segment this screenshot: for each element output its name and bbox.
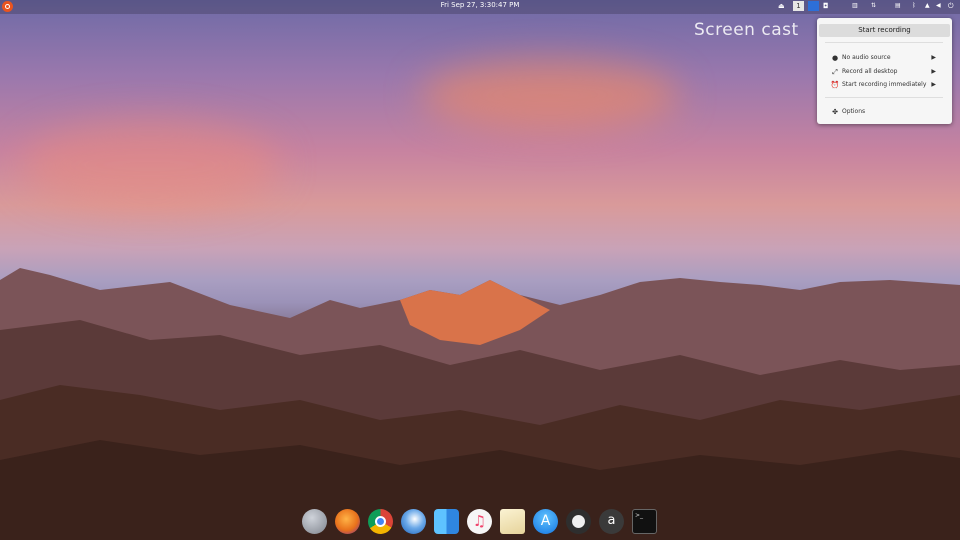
- alarm-clock-icon: ⏰: [830, 81, 840, 89]
- cpu-indicator-icon[interactable]: ▥: [852, 2, 858, 9]
- music-icon[interactable]: ♫: [467, 509, 492, 534]
- workspace-indicator[interactable]: 1: [793, 1, 804, 11]
- start-timing-menu-item[interactable]: ⏰ Start recording immediately ▶: [817, 79, 952, 91]
- submenu-arrow-icon: ▶: [931, 68, 936, 75]
- launchpad-icon[interactable]: [302, 509, 327, 534]
- screencast-app-icon[interactable]: [808, 1, 819, 11]
- volume-icon[interactable]: ◀: [936, 2, 941, 9]
- app-store-icon[interactable]: A: [533, 509, 558, 534]
- screencast-menu: Start recording ● No audio source ▶ ⤢ Re…: [817, 18, 952, 124]
- screencast-title: Screen cast: [694, 20, 799, 40]
- terminal-icon[interactable]: >_: [632, 509, 657, 534]
- chrome-center: [375, 516, 386, 527]
- settings-icon[interactable]: [566, 509, 591, 534]
- chrome-icon[interactable]: [368, 509, 393, 534]
- menu-separator: [825, 97, 943, 98]
- options-menu-item[interactable]: ✤ Options: [817, 106, 952, 118]
- options-icon: ✤: [832, 108, 838, 116]
- microphone-icon: ●: [831, 54, 839, 62]
- top-panel: Fri Sep 27, 3:30:47 PM ⏏ 1 ◘ ▥ ⇅ ▤ ᛒ ▲ ◀…: [0, 0, 960, 14]
- audio-source-label: No audio source: [842, 54, 891, 61]
- power-icon[interactable]: ⏻: [948, 2, 954, 11]
- submenu-arrow-icon: ▶: [931, 81, 936, 88]
- start-recording-button[interactable]: Start recording: [819, 24, 950, 37]
- thunderbird-icon[interactable]: [401, 509, 426, 534]
- audio-source-menu-item[interactable]: ● No audio source ▶: [817, 52, 952, 64]
- wifi-icon[interactable]: ▲: [925, 2, 930, 9]
- options-label: Options: [842, 108, 866, 115]
- amazon-icon[interactable]: a: [599, 509, 624, 534]
- camera-icon[interactable]: ◘: [823, 2, 829, 10]
- start-timing-label: Start recording immediately: [842, 81, 927, 88]
- fullscreen-icon: ⤢: [832, 68, 838, 76]
- firefox-icon[interactable]: [335, 509, 360, 534]
- desktop-wallpaper: [0, 0, 960, 540]
- network-speed-icon[interactable]: ⇅: [871, 2, 876, 9]
- record-area-menu-item[interactable]: ⤢ Record all desktop ▶: [817, 66, 952, 78]
- finder-icon[interactable]: [434, 509, 459, 534]
- record-area-label: Record all desktop: [842, 68, 898, 75]
- mountain-landscape: [0, 268, 960, 540]
- eject-icon[interactable]: ⏏: [778, 2, 785, 10]
- dock: ♫ A a >_: [300, 506, 660, 540]
- submenu-arrow-icon: ▶: [931, 54, 936, 61]
- bluetooth-icon[interactable]: ᛒ: [912, 2, 916, 9]
- menu-separator: [825, 42, 943, 43]
- memory-indicator-icon[interactable]: ▤: [895, 2, 901, 9]
- text-editor-icon[interactable]: [500, 509, 525, 534]
